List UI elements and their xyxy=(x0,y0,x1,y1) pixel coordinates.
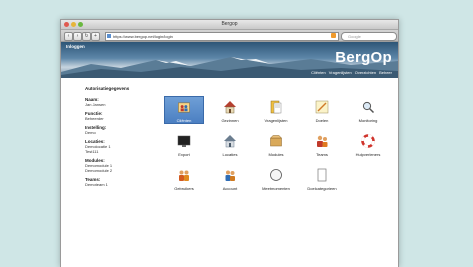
users-icon xyxy=(179,170,189,181)
rss-icon[interactable] xyxy=(331,33,336,38)
tile-gezinnen[interactable]: Gezinnen xyxy=(207,98,253,132)
field-locaties: Locaties: Demolocatie 1 Test111 xyxy=(85,139,111,154)
header-banner: Inloggen BergOp Cliënten Vragenlijsten O… xyxy=(61,42,398,78)
nav-item-beheer[interactable]: Beheer xyxy=(379,70,392,75)
export-monitor-icon xyxy=(177,135,191,147)
tile-modules[interactable]: Modules xyxy=(253,132,299,166)
panel-heading: Autorisatiegegevens xyxy=(85,86,130,91)
main-nav: Cliënten Vragenlijsten Overzichten Behee… xyxy=(311,70,392,75)
address-bar[interactable]: https://www.bergop.net/login/login xyxy=(105,32,339,41)
box-modules-icon xyxy=(269,135,283,147)
tile-vragenlijsten[interactable]: Vragenlijsten xyxy=(253,98,299,132)
location-house-icon xyxy=(224,135,236,148)
nav-item-clienten[interactable]: Cliënten xyxy=(311,70,326,75)
magnifier-icon xyxy=(362,101,375,114)
tile-hulpverleners[interactable]: Hulpverleners xyxy=(345,132,391,166)
tile-export[interactable]: Export xyxy=(161,132,207,166)
window-title: Bergop xyxy=(221,21,238,27)
tile-monitoring[interactable]: Monitoring xyxy=(345,98,391,132)
field-naam: Naam: Jan Jansen xyxy=(85,97,106,107)
tile-locaties[interactable]: Locaties xyxy=(207,132,253,166)
authorization-panel: Autorisatiegegevens Naam: Jan Jansen Fun… xyxy=(61,78,166,267)
account-icon xyxy=(225,170,235,181)
pencil-note-icon xyxy=(315,100,329,114)
tile-gebruikers[interactable]: Gebruikers xyxy=(161,166,207,200)
url-text: https://www.bergop.net/login/login xyxy=(113,34,173,39)
document-icon xyxy=(317,168,327,182)
search-field[interactable]: Google xyxy=(341,32,397,41)
module-grid: Cliënten Gezinnen Vragenlijsten Doelen M… xyxy=(161,96,391,200)
title-bar: Bergop xyxy=(61,20,398,30)
nav-item-vragenlijsten[interactable]: Vragenlijsten xyxy=(329,70,352,75)
tile-doelcategorieen[interactable]: Doelcategorieen xyxy=(299,166,345,200)
field-instelling: Instelling: Demo xyxy=(85,125,107,135)
lifebuoy-icon xyxy=(361,134,375,148)
nav-item-overzichten[interactable]: Overzichten xyxy=(355,70,376,75)
tile-meetmomenten[interactable]: Meetmomenten xyxy=(253,166,299,200)
tile-doelen[interactable]: Doelen xyxy=(299,98,345,132)
questionnaire-icon xyxy=(270,100,282,114)
add-bookmark-button[interactable]: + xyxy=(91,32,100,41)
reload-button[interactable]: ↻ xyxy=(82,32,91,41)
brand-logo-text: BergOp xyxy=(335,49,392,66)
clock-icon xyxy=(270,169,282,181)
main-content: Autorisatiegegevens Naam: Jan Jansen Fun… xyxy=(61,78,398,267)
field-teams: Teams: Demoteam 1 xyxy=(85,177,108,187)
web-page: Inloggen BergOp Cliënten Vragenlijsten O… xyxy=(61,42,398,267)
tile-teams[interactable]: Teams xyxy=(299,132,345,166)
forward-button[interactable]: › xyxy=(73,32,82,41)
browser-toolbar: ‹ › ↻ + https://www.bergop.net/login/log… xyxy=(61,30,398,42)
tile-account[interactable]: Account xyxy=(207,166,253,200)
teams-icon xyxy=(317,135,328,147)
browser-window: Bergop ‹ › ↻ + https://www.bergop.net/lo… xyxy=(60,19,399,267)
clients-icon xyxy=(178,102,190,113)
login-link[interactable]: Inloggen xyxy=(66,44,85,49)
tile-clienten[interactable]: Cliënten xyxy=(164,96,204,124)
favicon-icon xyxy=(107,34,111,38)
field-modules: Modules: Demomodule 1 Demomodule 2 xyxy=(85,158,113,173)
house-family-icon xyxy=(224,101,236,114)
field-functie: Functie: Beheerder xyxy=(85,111,104,121)
back-button[interactable]: ‹ xyxy=(64,32,73,41)
